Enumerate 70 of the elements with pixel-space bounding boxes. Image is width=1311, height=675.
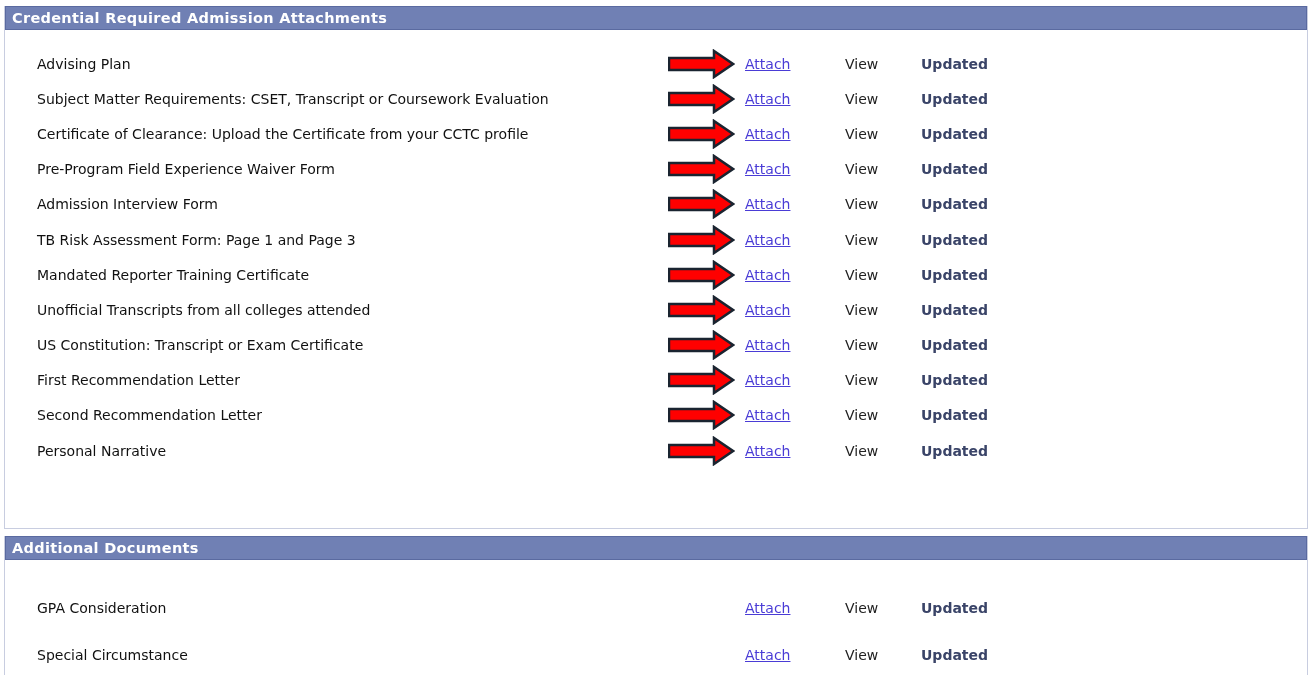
arrow-icon [668,83,735,114]
status-label: Updated [921,646,989,663]
status-label: Updated [921,125,989,142]
view-label: View [845,266,879,283]
status-label: Updated [921,196,989,213]
document-label: Certificate of Clearance: Upload the Certificate from your CCTC profile [37,125,530,142]
status-label: Updated [921,407,989,424]
document-label: Admission Interview Form [37,196,219,213]
document-label: US Constitution: Transcript or Exam Certificate [37,337,365,354]
status-label: Updated [921,442,989,459]
attach-link[interactable]: Attach [745,55,791,72]
status-label: Updated [921,266,989,283]
document-label: Personal Narrative [37,442,168,459]
status-label: Updated [921,55,989,72]
arrow-icon [668,48,735,79]
arrow-icon [668,154,735,185]
view-label: View [845,231,879,248]
view-label: View [845,196,879,213]
attach-link[interactable]: Attach [745,161,791,178]
status-label: Updated [921,372,989,389]
attach-link[interactable]: Attach [745,125,791,142]
attach-link[interactable]: Attach [745,442,791,459]
attach-link[interactable]: Attach [745,266,791,283]
attach-link[interactable]: Attach [745,301,791,318]
arrow-icon [668,189,735,220]
view-label: View [845,55,879,72]
section-header: Credential Required Admission Attachments [5,6,1307,30]
view-label: View [845,90,879,107]
document-label: First Recommendation Letter [37,372,241,389]
status-label: Updated [921,161,989,178]
arrow-icon [668,365,735,396]
view-label: View [845,161,879,178]
section-header: Additional Documents [5,536,1307,561]
document-label: Advising Plan [37,55,132,72]
status-label: Updated [921,301,989,318]
arrow-icon [668,118,735,149]
attach-link[interactable]: Attach [745,599,791,616]
arrow-icon [668,400,735,431]
status-label: Updated [921,231,989,248]
arrow-icon [668,435,735,466]
document-label: GPA Consideration [37,599,168,616]
view-label: View [845,372,879,389]
view-label: View [845,301,879,318]
attach-link[interactable]: Attach [745,196,791,213]
status-label: Updated [921,599,989,616]
attach-link[interactable]: Attach [745,231,791,248]
document-label: Pre-Program Field Experience Waiver Form [37,161,336,178]
attach-link[interactable]: Attach [745,372,791,389]
view-label: View [845,337,879,354]
view-label: View [845,442,879,459]
arrow-icon [668,224,735,255]
view-label: View [845,599,879,616]
status-label: Updated [921,90,989,107]
view-label: View [845,407,879,424]
document-label: Mandated Reporter Training Certificate [37,266,311,283]
document-label: TB Risk Assessment Form: Page 1 and Page 3 [37,231,357,248]
attach-link[interactable]: Attach [745,646,791,663]
status-label: Updated [921,337,989,354]
arrow-icon [668,294,735,325]
arrow-icon [668,259,735,290]
view-label: View [845,125,879,142]
document-label: Special Circumstance [37,646,189,663]
document-label: Second Recommendation Letter [37,407,263,424]
attach-link[interactable]: Attach [745,407,791,424]
attach-link[interactable]: Attach [745,337,791,354]
arrow-icon [668,330,735,361]
attach-link[interactable]: Attach [745,90,791,107]
document-label: Unofficial Transcripts from all colleges attended [37,301,372,318]
document-label: Subject Matter Requirements: CSET, Transcript or Coursework Evaluation [37,90,550,107]
view-label: View [845,646,879,663]
